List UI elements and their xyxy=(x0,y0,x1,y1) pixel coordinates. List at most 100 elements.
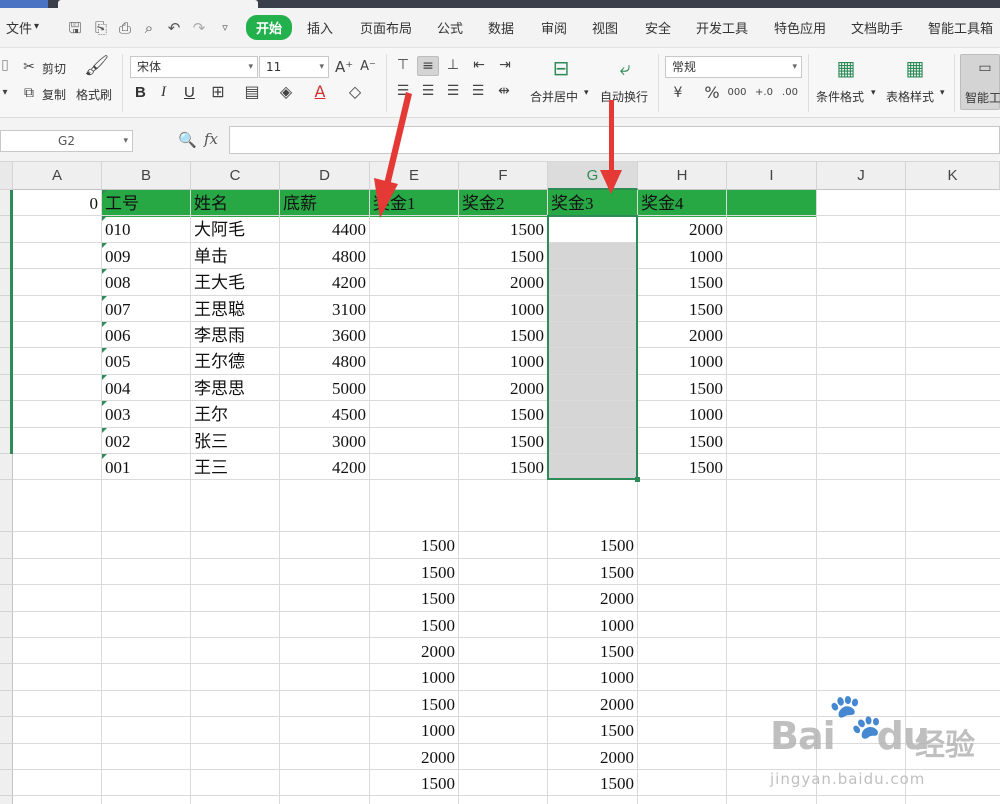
data-cell[interactable] xyxy=(370,401,459,427)
paste-icon[interactable]: ▯ xyxy=(0,56,10,74)
document-tab-active[interactable] xyxy=(58,0,258,8)
data-cell[interactable]: 5000 xyxy=(280,375,370,401)
data-cell[interactable]: 1500 xyxy=(459,401,548,427)
tab-smart-toolbox[interactable]: 智能工具箱 xyxy=(928,18,993,37)
document-tab-left[interactable] xyxy=(0,0,48,8)
file-menu[interactable]: 文件 xyxy=(6,18,32,37)
tab-insert[interactable]: 插入 xyxy=(307,18,333,37)
conditional-format-dropdown-icon[interactable]: ▾ xyxy=(871,88,876,98)
data-cell[interactable] xyxy=(370,296,459,322)
tab-security[interactable]: 安全 xyxy=(645,18,671,37)
column-header-c[interactable]: C xyxy=(191,162,280,190)
lower-cell-g[interactable]: 1000 xyxy=(548,664,638,690)
format-painter-button[interactable]: 格式刷 xyxy=(76,86,112,103)
data-cell[interactable]: 1000 xyxy=(638,243,727,269)
percent-icon[interactable]: % xyxy=(702,84,722,102)
lower-cell-e[interactable]: 2000 xyxy=(370,744,459,770)
data-cell[interactable] xyxy=(548,216,638,242)
redo-icon[interactable]: ↷ xyxy=(190,19,208,37)
data-cell[interactable]: 1500 xyxy=(459,322,548,348)
align-center-icon[interactable]: ☰ xyxy=(418,82,438,100)
column-header-j[interactable]: J xyxy=(817,162,906,190)
data-cell[interactable] xyxy=(370,375,459,401)
data-cell[interactable]: 王大毛 xyxy=(191,269,280,295)
data-cell[interactable]: 4800 xyxy=(280,243,370,269)
tab-formulas[interactable]: 公式 xyxy=(437,18,463,37)
fx-icon[interactable]: fx xyxy=(204,130,218,148)
italic-button[interactable]: I xyxy=(161,84,166,101)
data-cell[interactable]: 张三 xyxy=(191,428,280,454)
lower-cell-e[interactable]: 1500 xyxy=(370,691,459,717)
column-header-f[interactable]: F xyxy=(459,162,548,190)
data-cell[interactable] xyxy=(548,243,638,269)
header-cell[interactable]: 奖金2 xyxy=(459,190,548,216)
lower-cell-g[interactable]: 1500 xyxy=(548,770,638,796)
data-cell[interactable]: 4400 xyxy=(280,216,370,242)
data-cell[interactable]: 1500 xyxy=(459,216,548,242)
data-cell[interactable]: 3100 xyxy=(280,296,370,322)
font-name-select[interactable]: 宋体 ▾ xyxy=(130,56,258,78)
select-all-corner[interactable] xyxy=(0,162,13,190)
wrap-text-button[interactable]: 自动换行 xyxy=(600,88,648,105)
data-cell[interactable]: 004 xyxy=(102,375,191,401)
data-cell[interactable]: 1000 xyxy=(459,348,548,374)
copy-icon[interactable]: ⧉ xyxy=(20,84,38,102)
decrease-decimal-icon[interactable]: .00 xyxy=(779,84,801,102)
merge-center-button[interactable]: 合并居中 xyxy=(530,88,578,105)
align-middle-icon[interactable]: ≡ xyxy=(417,56,439,76)
cut-button[interactable]: 剪切 xyxy=(42,60,66,77)
align-top-icon[interactable]: ⊤ xyxy=(393,56,413,74)
thousands-icon[interactable]: 000 xyxy=(726,84,748,102)
table-style-icon[interactable]: ▦ xyxy=(895,54,935,82)
border-icon[interactable]: ⊞ xyxy=(208,83,228,101)
data-cell[interactable]: 1500 xyxy=(638,454,727,480)
data-cell[interactable] xyxy=(370,428,459,454)
data-cell[interactable]: 009 xyxy=(102,243,191,269)
lower-cell-e[interactable]: 1500 xyxy=(370,532,459,558)
data-cell[interactable] xyxy=(548,428,638,454)
header-cell[interactable]: 奖金4 xyxy=(638,190,727,216)
font-decrease-icon[interactable]: A⁻ xyxy=(359,58,377,76)
data-cell[interactable]: 007 xyxy=(102,296,191,322)
lower-cell-e[interactable]: 1500 xyxy=(370,559,459,585)
data-cell[interactable]: 2000 xyxy=(459,269,548,295)
data-cell[interactable]: 1500 xyxy=(638,296,727,322)
customize-toolbar-icon[interactable]: ▿ xyxy=(216,19,234,37)
tab-data[interactable]: 数据 xyxy=(488,18,514,37)
lower-cell-g[interactable]: 2000 xyxy=(548,744,638,770)
data-cell[interactable] xyxy=(548,375,638,401)
data-cell[interactable]: 3600 xyxy=(280,322,370,348)
data-cell[interactable]: 2000 xyxy=(638,322,727,348)
merge-center-icon[interactable]: ⊟ xyxy=(541,54,581,82)
lower-cell-g[interactable]: 1500 xyxy=(548,638,638,664)
data-cell[interactable]: 010 xyxy=(102,216,191,242)
tab-review[interactable]: 审阅 xyxy=(541,18,567,37)
lower-cell-e[interactable]: 1000 xyxy=(370,664,459,690)
scissors-icon[interactable]: ✂ xyxy=(20,58,38,76)
data-cell[interactable]: 2000 xyxy=(459,375,548,401)
cell-a1[interactable]: 0 xyxy=(13,190,102,216)
lower-cell-e[interactable]: 1500 xyxy=(370,612,459,638)
column-header-i[interactable]: I xyxy=(727,162,817,190)
conditional-format-icon[interactable]: ▦ xyxy=(826,54,866,82)
font-color-icon[interactable]: A xyxy=(310,83,330,101)
lower-cell-g[interactable]: 1500 xyxy=(548,717,638,743)
tab-home[interactable]: 开始 xyxy=(246,15,293,40)
zoom-icon[interactable]: 🔍 xyxy=(178,131,197,149)
data-cell[interactable] xyxy=(548,269,638,295)
decrease-indent-icon[interactable]: ⇤ xyxy=(469,56,489,74)
data-cell[interactable]: 王思聪 xyxy=(191,296,280,322)
lower-cell-e[interactable]: 1000 xyxy=(370,717,459,743)
data-cell[interactable]: 大阿毛 xyxy=(191,216,280,242)
number-format-select[interactable]: 常规 ▾ xyxy=(665,56,802,78)
lower-cell-e[interactable]: 1500 xyxy=(370,585,459,611)
tab-page-layout[interactable]: 页面布局 xyxy=(360,18,412,37)
lower-cell-g[interactable]: 1500 xyxy=(548,559,638,585)
currency-icon[interactable]: ¥ xyxy=(668,84,688,102)
header-cell[interactable]: 奖金1 xyxy=(370,190,459,216)
distributed-icon[interactable]: ⇹ xyxy=(493,82,515,100)
bold-button[interactable]: B xyxy=(135,84,146,101)
data-cell[interactable]: 4800 xyxy=(280,348,370,374)
data-cell[interactable]: 1000 xyxy=(638,348,727,374)
file-menu-dropdown-icon[interactable]: ▾ xyxy=(34,21,39,32)
